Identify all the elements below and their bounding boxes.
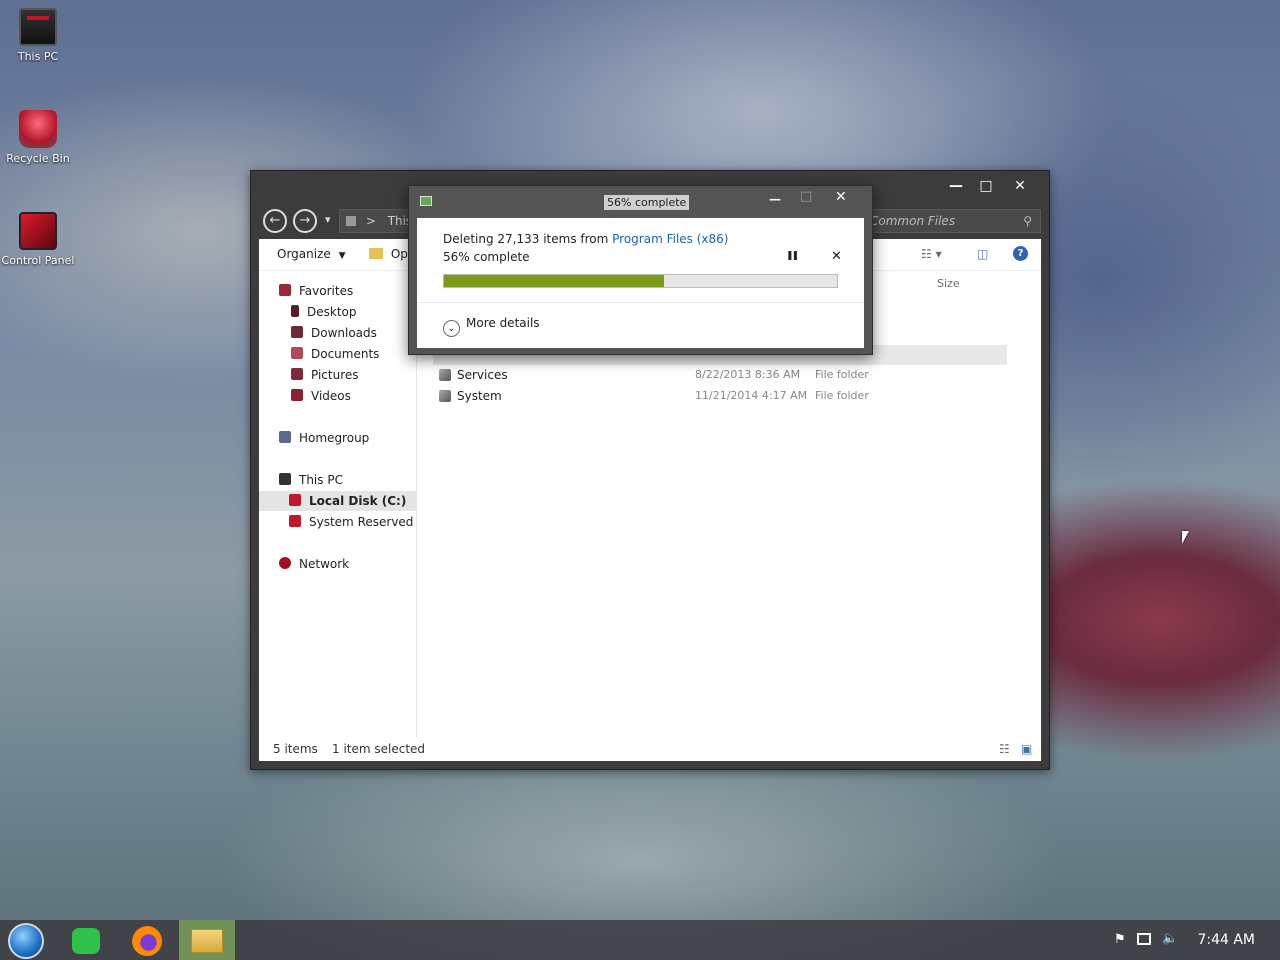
- taskbar-app-firefox[interactable]: [119, 920, 175, 960]
- star-icon: [279, 284, 291, 296]
- sidebar-item-local-disk-c[interactable]: Local Disk (C:): [259, 491, 416, 511]
- network-icon[interactable]: [1137, 933, 1151, 945]
- dialog-close-button[interactable]: ✕: [835, 189, 847, 205]
- documents-icon: [291, 347, 303, 359]
- desktop-icon-label: Control Panel: [1, 254, 75, 267]
- more-details-label: More details: [466, 316, 540, 330]
- network-icon: [279, 557, 291, 569]
- sidebar-item-desktop[interactable]: Desktop: [291, 302, 357, 322]
- desktop-icon-label: This PC: [17, 50, 59, 63]
- table-row[interactable]: System 11/21/2014 4:17 AM File folder: [433, 386, 1003, 406]
- folder-icon: [369, 248, 383, 259]
- location-icon: [346, 216, 356, 226]
- desktop-icon: [291, 305, 299, 317]
- sidebar-item-documents[interactable]: Documents: [291, 344, 379, 364]
- desktop-icon-recycle-bin[interactable]: Recycle Bin: [0, 110, 76, 165]
- this-pc-icon: [19, 8, 57, 46]
- folder-icon: [439, 390, 451, 402]
- desktop-icon-this-pc[interactable]: This PC: [0, 8, 76, 63]
- forward-button[interactable]: →: [293, 209, 317, 233]
- sidebar-item-videos[interactable]: Videos: [291, 386, 351, 406]
- file-name: System: [457, 389, 502, 403]
- deleting-message: Deleting 27,133 items from Program Files…: [443, 232, 729, 246]
- search-input[interactable]: Common Files ⚲: [861, 209, 1041, 233]
- percent-complete-text: 56% complete: [443, 250, 530, 264]
- file-name: Services: [457, 368, 508, 382]
- sidebar-item-downloads[interactable]: Downloads: [291, 323, 377, 343]
- chevron-down-icon: ▼: [338, 251, 346, 261]
- navigation-pane: Favorites Desktop Downloads Documents Pi…: [259, 271, 417, 737]
- start-button[interactable]: [0, 920, 56, 960]
- sidebar-item-pictures[interactable]: Pictures: [291, 365, 359, 385]
- column-header-size[interactable]: Size: [937, 277, 960, 290]
- homegroup-icon: [279, 431, 291, 443]
- sidebar-item-system-reserved-d[interactable]: System Reserved (D:): [289, 512, 416, 532]
- selection-count: 1 item selected: [332, 742, 426, 756]
- pause-button[interactable]: ❚❚: [786, 251, 799, 261]
- source-folder-link[interactable]: Program Files (x86): [612, 232, 728, 246]
- firefox-icon: [132, 926, 162, 956]
- sidebar-item-favorites[interactable]: Favorites: [279, 281, 353, 301]
- desktop-icon-label: Recycle Bin: [6, 152, 70, 165]
- large-icons-view-icon[interactable]: ▣: [1021, 737, 1032, 761]
- taskbar-app-file-explorer[interactable]: [179, 920, 235, 960]
- more-details-button[interactable]: ⌄ More details: [443, 316, 540, 337]
- file-explorer-icon: [191, 929, 223, 953]
- search-text: Common Files: [870, 214, 956, 228]
- messages-icon: [72, 928, 100, 954]
- delete-progress-dialog: 56% complete — □ ✕ Deleting 27,133 items…: [408, 185, 873, 355]
- recycle-bin-icon: [19, 110, 57, 148]
- address-separator: >: [365, 214, 376, 228]
- mouse-cursor: [1182, 531, 1189, 544]
- folder-icon: [439, 369, 451, 381]
- sidebar-item-this-pc[interactable]: This PC: [279, 470, 343, 490]
- file-date: 11/21/2014 4:17 AM: [695, 389, 808, 402]
- organize-button[interactable]: Organize ▼: [277, 247, 346, 261]
- help-icon[interactable]: ?: [1013, 246, 1028, 261]
- volume-icon[interactable]: 🔈: [1162, 931, 1178, 946]
- drive-icon: [289, 494, 301, 506]
- pictures-icon: [291, 368, 303, 380]
- close-button[interactable]: ✕: [1005, 175, 1035, 197]
- sidebar-item-network[interactable]: Network: [279, 554, 349, 574]
- dialog-body: Deleting 27,133 items from Program Files…: [417, 218, 864, 348]
- recent-locations-button[interactable]: ▾: [325, 213, 331, 226]
- minimize-button[interactable]: —: [941, 175, 971, 197]
- dialog-app-icon: [420, 196, 432, 206]
- preview-pane-button[interactable]: ◫: [977, 247, 988, 261]
- maximize-button[interactable]: □: [971, 175, 1001, 197]
- downloads-icon: [291, 326, 303, 338]
- flag-icon[interactable]: ⚑: [1114, 932, 1126, 947]
- computer-icon: [279, 473, 291, 485]
- system-clock[interactable]: 7:44 AM: [1197, 932, 1255, 948]
- back-button[interactable]: ←: [263, 209, 287, 233]
- divider: [417, 302, 864, 303]
- item-count: 5 items: [273, 742, 318, 756]
- taskbar-app-messages[interactable]: [58, 920, 114, 960]
- table-row[interactable]: Services 8/22/2013 8:36 AM File folder: [433, 365, 1003, 385]
- control-panel-icon: [19, 212, 57, 250]
- dialog-maximize-button[interactable]: □: [800, 189, 812, 204]
- file-type: File folder: [815, 389, 869, 402]
- details-view-icon[interactable]: ☷: [999, 737, 1010, 761]
- taskbar: ⚑ 🔈 7:44 AM: [0, 920, 1280, 960]
- start-orb-icon: [8, 923, 44, 959]
- file-date: 8/22/2013 8:36 AM: [695, 368, 801, 381]
- chevron-down-icon: ⌄: [443, 320, 460, 337]
- progress-bar-fill: [444, 275, 665, 287]
- file-type: File folder: [815, 368, 869, 381]
- progress-bar: [443, 274, 838, 288]
- dialog-minimize-button[interactable]: —: [769, 192, 781, 206]
- dialog-title: 56% complete: [604, 195, 690, 210]
- desktop-icon-control-panel[interactable]: Control Panel: [0, 212, 76, 267]
- view-options-button[interactable]: ☷ ▾: [921, 247, 942, 261]
- organize-label: Organize: [277, 247, 331, 261]
- drive-icon: [289, 515, 301, 527]
- status-bar: 5 items 1 item selected ☷ ▣: [259, 737, 1041, 761]
- videos-icon: [291, 389, 303, 401]
- search-icon: ⚲: [1023, 214, 1032, 228]
- sidebar-item-homegroup[interactable]: Homegroup: [279, 428, 369, 448]
- cancel-button[interactable]: ✕: [831, 249, 842, 264]
